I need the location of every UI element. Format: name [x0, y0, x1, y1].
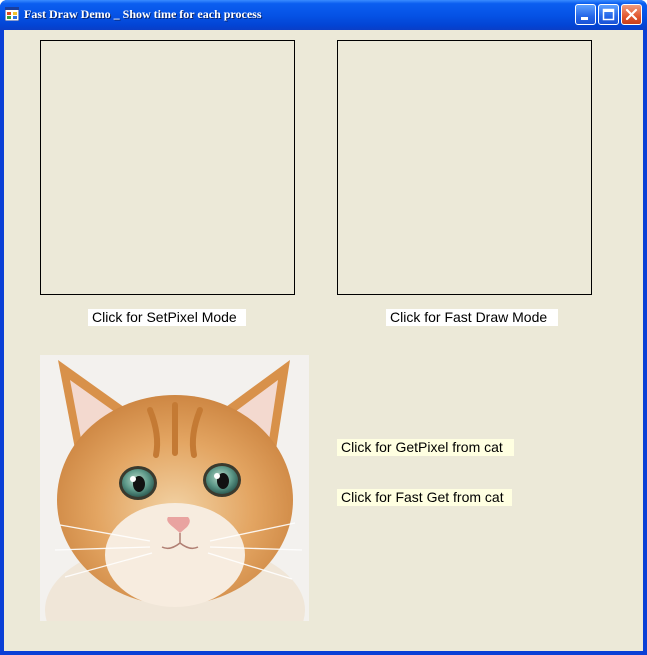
- main-window: Fast Draw Demo _ Show time for each proc…: [0, 0, 647, 655]
- fastdraw-draw-panel: [337, 40, 592, 295]
- getpixel-from-cat-button[interactable]: Click for GetPixel from cat: [337, 439, 514, 456]
- maximize-button[interactable]: [598, 4, 619, 25]
- maximize-icon: [602, 8, 615, 21]
- window-title: Fast Draw Demo _ Show time for each proc…: [24, 7, 262, 21]
- minimize-button[interactable]: [575, 4, 596, 25]
- fast-get-from-cat-button[interactable]: Click for Fast Get from cat: [337, 489, 512, 506]
- kitten-photo: [40, 355, 309, 621]
- minimize-icon: [581, 17, 588, 20]
- setpixel-draw-panel: [40, 40, 295, 295]
- setpixel-mode-button[interactable]: Click for SetPixel Mode: [88, 309, 246, 326]
- fast-draw-mode-button[interactable]: Click for Fast Draw Mode: [386, 309, 558, 326]
- client-area: Click for SetPixel Mode Click for Fast D…: [4, 30, 643, 651]
- close-button[interactable]: [621, 4, 642, 25]
- title-bar[interactable]: Fast Draw Demo _ Show time for each proc…: [0, 0, 647, 30]
- close-icon: [625, 8, 638, 21]
- form-icon[interactable]: [5, 7, 19, 21]
